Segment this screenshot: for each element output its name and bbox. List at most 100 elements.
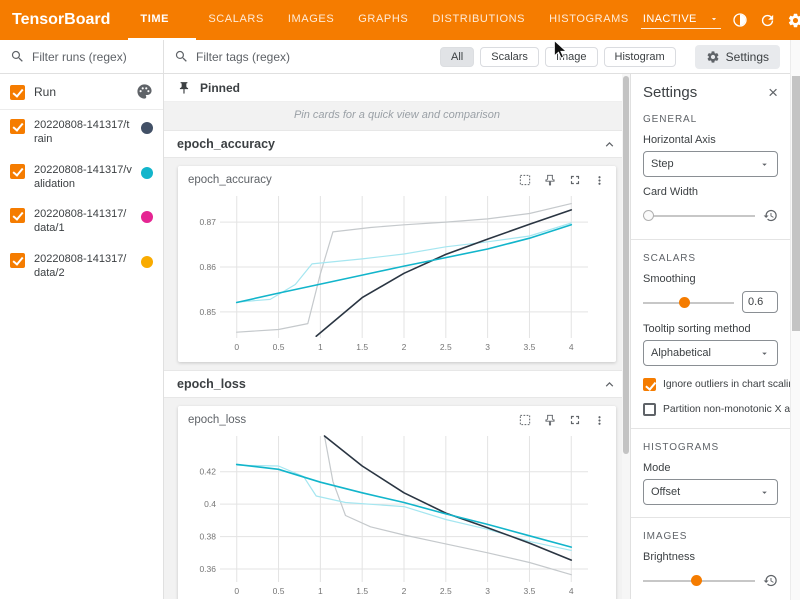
zoom-selection-icon[interactable] bbox=[518, 413, 532, 427]
refresh-icon[interactable] bbox=[759, 12, 776, 29]
runs-filter-placeholder: Filter runs (regex) bbox=[32, 50, 127, 64]
contrast-icon[interactable] bbox=[732, 12, 748, 28]
tab-distributions[interactable]: DISTRIBUTIONS bbox=[420, 0, 537, 40]
card-header: epoch_loss bbox=[186, 411, 608, 430]
chip-all[interactable]: All bbox=[440, 47, 474, 67]
svg-text:2.5: 2.5 bbox=[440, 342, 452, 352]
horizontal-axis-value: Step bbox=[651, 158, 674, 170]
smoothing-input[interactable] bbox=[742, 291, 778, 313]
reload-status-value: INACTIVE bbox=[643, 13, 697, 25]
histogram-mode-select[interactable]: Offset bbox=[643, 479, 778, 505]
ignore-outliers-row[interactable]: Ignore outliers in chart scaling bbox=[643, 377, 778, 391]
tooltip-sorting-select[interactable]: Alphabetical bbox=[643, 340, 778, 366]
run-row-data-1[interactable]: 20220808-141317/data/1 bbox=[0, 199, 163, 244]
chip-image[interactable]: Image bbox=[545, 47, 598, 67]
svg-text:0.86: 0.86 bbox=[199, 262, 216, 272]
section-header-epoch-loss[interactable]: epoch_loss bbox=[164, 370, 630, 398]
svg-text:2: 2 bbox=[402, 586, 407, 596]
histogram-mode-label: Mode bbox=[643, 462, 778, 474]
svg-text:1: 1 bbox=[318, 342, 323, 352]
run-row-data-2[interactable]: 20220808-141317/data/2 bbox=[0, 244, 163, 289]
card-header: epoch_accuracy bbox=[186, 171, 608, 190]
runs-filter-input[interactable]: Filter runs (regex) bbox=[0, 40, 164, 73]
card-width-label: Card Width bbox=[643, 186, 778, 198]
chip-histogram[interactable]: Histogram bbox=[604, 47, 676, 67]
more-options-icon[interactable] bbox=[593, 174, 606, 187]
filter-row: Filter runs (regex) Filter tags (regex) … bbox=[0, 40, 790, 74]
run-checkbox[interactable] bbox=[10, 208, 25, 223]
pin-icon[interactable] bbox=[543, 173, 557, 187]
select-all-runs-checkbox[interactable] bbox=[10, 85, 25, 100]
reset-icon[interactable] bbox=[763, 573, 778, 588]
fullscreen-icon[interactable] bbox=[568, 173, 582, 187]
reset-icon[interactable] bbox=[763, 208, 778, 223]
gear-icon[interactable] bbox=[787, 12, 800, 29]
runs-column-header: Run bbox=[0, 74, 163, 110]
brightness-slider-thumb[interactable] bbox=[691, 575, 702, 586]
ignore-outliers-label: Ignore outliers in chart scaling bbox=[663, 379, 790, 390]
run-checkbox[interactable] bbox=[10, 119, 25, 134]
run-row-train[interactable]: 20220808-141317/train bbox=[0, 110, 163, 155]
tab-graphs[interactable]: GRAPHS bbox=[346, 0, 420, 40]
partition-x-axis-row[interactable]: Partition non-monotonic X axis bbox=[643, 402, 778, 416]
palette-icon[interactable] bbox=[136, 83, 153, 100]
main-scrollbar-thumb[interactable] bbox=[623, 76, 629, 454]
epoch-loss-chart[interactable]: 00.511.522.533.540.360.380.40.42 bbox=[186, 430, 598, 599]
svg-text:3.5: 3.5 bbox=[524, 342, 536, 352]
caret-down-icon bbox=[709, 14, 719, 24]
brightness-slider[interactable] bbox=[643, 574, 755, 587]
epoch-accuracy-chart[interactable]: 00.511.522.533.540.850.860.87 bbox=[186, 190, 598, 356]
tab-scalars[interactable]: SCALARS bbox=[196, 0, 276, 40]
settings-panel-title: Settings bbox=[643, 84, 697, 101]
tab-images[interactable]: IMAGES bbox=[276, 0, 346, 40]
tab-histograms[interactable]: HISTOGRAMS bbox=[537, 0, 641, 40]
svg-text:2.5: 2.5 bbox=[440, 586, 452, 596]
svg-text:1.5: 1.5 bbox=[356, 342, 368, 352]
tab-time-series[interactable]: TIME SERIES bbox=[128, 0, 196, 40]
zoom-selection-icon[interactable] bbox=[518, 173, 532, 187]
close-icon[interactable]: × bbox=[768, 84, 778, 101]
smoothing-label: Smoothing bbox=[643, 273, 778, 285]
card-title: epoch_loss bbox=[188, 414, 246, 426]
run-checkbox[interactable] bbox=[10, 164, 25, 179]
tag-filter-chips: All Scalars Image Histogram bbox=[440, 47, 676, 67]
svg-text:1: 1 bbox=[318, 586, 323, 596]
card-width-slider-thumb[interactable] bbox=[643, 210, 654, 221]
fullscreen-icon[interactable] bbox=[568, 413, 582, 427]
chevron-up-icon[interactable] bbox=[602, 377, 617, 392]
smoothing-slider-thumb[interactable] bbox=[679, 297, 690, 308]
app-title: TensorBoard bbox=[0, 0, 128, 40]
chip-scalars[interactable]: Scalars bbox=[480, 47, 539, 67]
brightness-label: Brightness bbox=[643, 551, 778, 563]
search-icon bbox=[10, 49, 25, 64]
pin-icon[interactable] bbox=[543, 413, 557, 427]
chevron-up-icon[interactable] bbox=[602, 137, 617, 152]
run-checkbox[interactable] bbox=[10, 253, 25, 268]
smoothing-slider[interactable] bbox=[643, 296, 734, 309]
page-scrollbar-thumb[interactable] bbox=[792, 76, 800, 331]
tags-filter-placeholder[interactable]: Filter tags (regex) bbox=[196, 50, 290, 64]
partition-x-axis-checkbox[interactable] bbox=[643, 403, 656, 416]
pinned-section-header: Pinned bbox=[164, 74, 630, 102]
main-scrollbar[interactable] bbox=[622, 74, 630, 599]
divider bbox=[631, 239, 790, 240]
run-color-swatch bbox=[141, 167, 153, 179]
reload-status-dropdown[interactable]: INACTIVE bbox=[641, 11, 721, 29]
card-toolbar bbox=[518, 173, 606, 187]
svg-text:0: 0 bbox=[234, 342, 239, 352]
run-row-validation[interactable]: 20220808-141317/validation bbox=[0, 155, 163, 200]
tensorboard-app: TensorBoard TIME SERIES SCALARS IMAGES G… bbox=[0, 0, 800, 600]
ignore-outliers-checkbox[interactable] bbox=[643, 378, 656, 391]
horizontal-axis-select[interactable]: Step bbox=[643, 151, 778, 177]
section-title: epoch_accuracy bbox=[177, 137, 275, 151]
settings-button[interactable]: Settings bbox=[695, 45, 780, 69]
settings-group-general: GENERAL bbox=[643, 114, 778, 125]
card-width-slider[interactable] bbox=[643, 209, 755, 222]
cards-area: Pinned Pin cards for a quick view and co… bbox=[164, 74, 630, 599]
page-scrollbar[interactable] bbox=[790, 40, 800, 600]
header-actions: INACTIVE ? bbox=[641, 0, 800, 40]
main-nav: TIME SERIES SCALARS IMAGES GRAPHS DISTRI… bbox=[128, 0, 640, 40]
divider bbox=[631, 517, 790, 518]
more-options-icon[interactable] bbox=[593, 414, 606, 427]
section-header-epoch-accuracy[interactable]: epoch_accuracy bbox=[164, 130, 630, 158]
